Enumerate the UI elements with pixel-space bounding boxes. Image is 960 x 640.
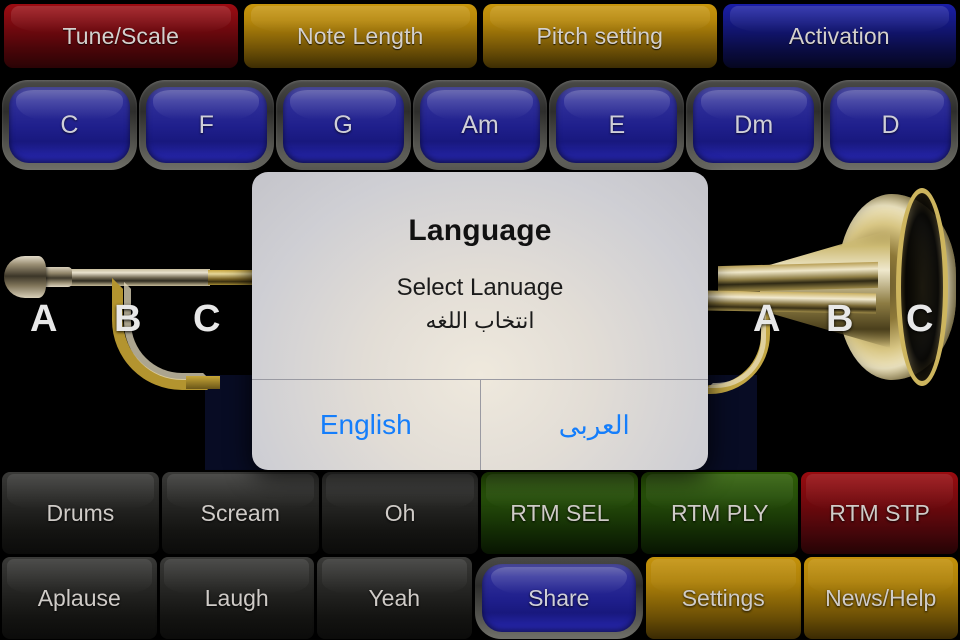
trumpet-bow-tail-icon xyxy=(186,376,220,389)
top-button-label: Tune/Scale xyxy=(62,22,179,49)
chord-button-face: F xyxy=(145,87,267,163)
chord-button-face: D xyxy=(830,87,952,163)
pad-label: Settings xyxy=(681,584,765,611)
right-zone-label-b: B xyxy=(826,298,854,340)
chord-button-dm[interactable]: Dm xyxy=(686,80,822,170)
left-zone-label-b: B xyxy=(114,298,142,340)
language-dialog-title: Language xyxy=(408,214,552,247)
pad-rtm-stp[interactable]: RTM STP xyxy=(801,472,958,554)
top-button-activation[interactable]: Activation xyxy=(722,4,956,68)
chord-button-d[interactable]: D xyxy=(823,80,959,170)
utility-pad-row: Aplause Laugh Yeah Share Settings News/H… xyxy=(0,557,960,639)
chord-label: G xyxy=(333,110,353,139)
pad-label: Drums xyxy=(46,499,115,526)
pad-share-face: Share xyxy=(481,564,636,632)
chord-button-f[interactable]: F xyxy=(138,80,274,170)
sound-pad-row: Drums Scream Oh RTM SEL RTM PLY RTM STP xyxy=(0,472,960,554)
left-zone-label-c: C xyxy=(193,298,221,340)
trumpet-bell-rim-icon xyxy=(896,188,948,386)
pad-scream[interactable]: Scream xyxy=(161,472,319,554)
pad-news-help[interactable]: News/Help xyxy=(803,557,958,639)
pad-label: Share xyxy=(528,584,590,611)
pad-label: RTM STP xyxy=(829,499,930,526)
pad-label: Scream xyxy=(200,499,280,526)
language-dialog-subtitle: Select Lanuage xyxy=(396,274,564,301)
chord-button-face: G xyxy=(282,87,404,163)
chord-label: E xyxy=(608,110,626,139)
chord-label: F xyxy=(198,110,214,139)
chord-button-c[interactable]: C xyxy=(2,80,137,170)
left-zone-label-a: A xyxy=(30,298,58,340)
app-root: Tune/Scale Note Length Pitch setting Act… xyxy=(0,0,960,640)
top-button-label: Activation xyxy=(788,22,890,49)
pad-laugh[interactable]: Laugh xyxy=(159,557,314,639)
pad-label: Yeah xyxy=(368,584,421,611)
pad-label: RTM PLY xyxy=(670,499,769,526)
chord-button-face: E xyxy=(556,87,678,163)
right-zone-label-a: A xyxy=(753,298,781,340)
top-button-tune-scale[interactable]: Tune/Scale xyxy=(4,4,238,68)
right-zone-label-c: C xyxy=(906,298,934,340)
pad-settings[interactable]: Settings xyxy=(646,557,801,639)
trumpet-stem-icon xyxy=(42,267,72,287)
language-english-button[interactable]: English xyxy=(252,380,480,470)
chord-button-face: Am xyxy=(419,87,541,163)
pad-rtm-ply[interactable]: RTM PLY xyxy=(641,472,799,554)
pad-yeah[interactable]: Yeah xyxy=(317,557,472,639)
trumpet-mouthpiece-icon xyxy=(4,256,46,298)
language-dialog: Language Select Lanuage انتخاب اللغه Eng… xyxy=(252,172,708,470)
chord-button-am[interactable]: Am xyxy=(412,80,548,170)
pad-label: Oh xyxy=(384,499,416,526)
chord-label: D xyxy=(881,110,900,139)
chord-button-face: Dm xyxy=(693,87,815,163)
chord-button-face: C xyxy=(9,87,130,163)
pad-label: Aplause xyxy=(37,584,121,611)
pad-label: RTM SEL xyxy=(510,499,610,526)
pad-drums[interactable]: Drums xyxy=(2,472,159,554)
pad-oh[interactable]: Oh xyxy=(321,472,479,554)
language-dialog-body: Language Select Lanuage انتخاب اللغه xyxy=(252,172,708,379)
top-button-label: Note Length xyxy=(297,22,424,49)
top-button-label: Pitch setting xyxy=(536,22,664,49)
pad-label: News/Help xyxy=(825,584,937,611)
top-button-note-length[interactable]: Note Length xyxy=(243,4,477,68)
chord-label: Am xyxy=(461,110,499,139)
chord-button-g[interactable]: G xyxy=(275,80,411,170)
top-menu-bar: Tune/Scale Note Length Pitch setting Act… xyxy=(0,0,960,68)
chord-button-row: C F G Am E Dm D xyxy=(0,80,960,170)
pad-label: Laugh xyxy=(204,584,269,611)
top-button-pitch-setting[interactable]: Pitch setting xyxy=(483,4,717,68)
pad-aplause[interactable]: Aplause xyxy=(2,557,157,639)
trumpet-right-tube-icon xyxy=(718,261,878,293)
language-arabic-button[interactable]: العربى xyxy=(479,380,709,470)
language-dialog-actions: English العربى xyxy=(252,379,708,470)
chord-label: Dm xyxy=(734,110,774,139)
pad-share[interactable]: Share xyxy=(474,557,643,639)
pad-rtm-sel[interactable]: RTM SEL xyxy=(481,472,639,554)
chord-button-e[interactable]: E xyxy=(549,80,685,170)
language-dialog-subtitle-arabic: انتخاب اللغه xyxy=(425,308,535,333)
chord-label: C xyxy=(60,110,79,139)
